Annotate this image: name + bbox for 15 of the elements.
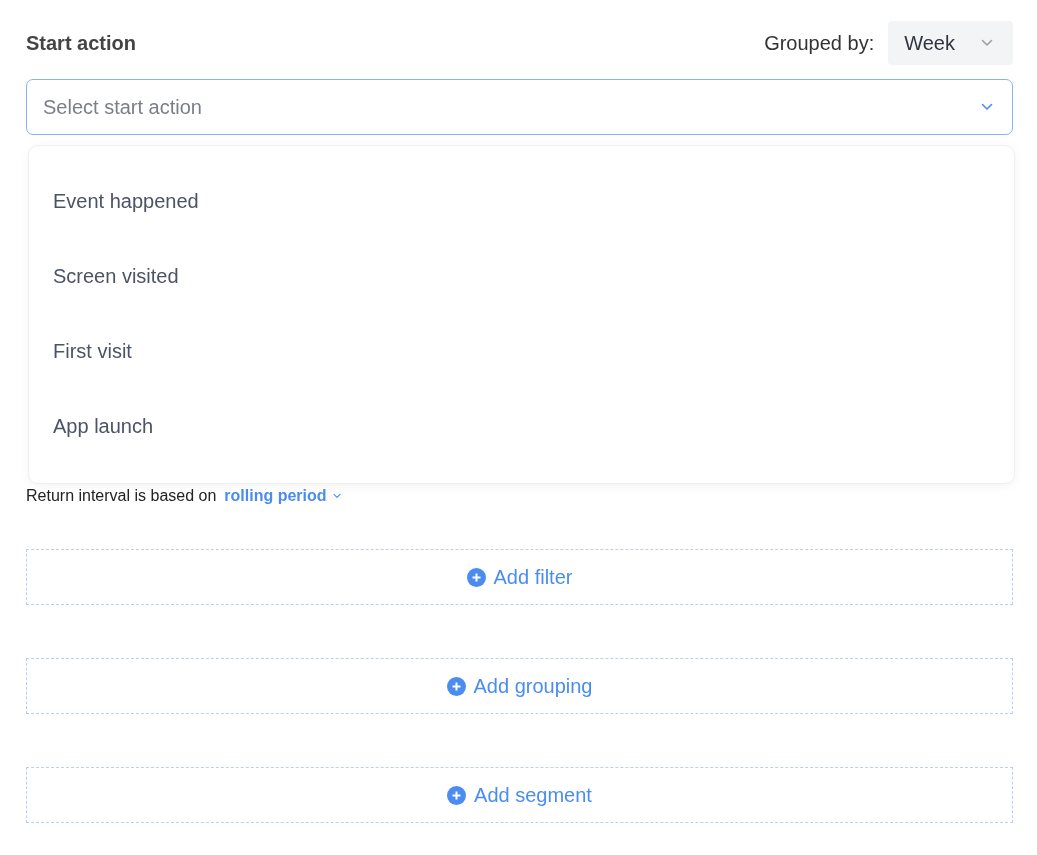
plus-circle-icon (466, 567, 486, 587)
menu-option[interactable]: Event happened (29, 164, 1014, 239)
menu-option[interactable]: Screen visited (29, 239, 1014, 314)
plus-circle-icon (447, 785, 467, 805)
caret-icon (332, 493, 341, 499)
menu-option[interactable]: App launch (29, 389, 1014, 464)
chevron-down-icon (981, 103, 993, 111)
section-title: Start action (26, 31, 137, 55)
grouped-by-label: Grouped by: (764, 31, 875, 55)
week-dropdown[interactable]: Week (888, 21, 1013, 65)
plus-circle-icon (446, 676, 466, 696)
menu-option[interactable]: First visit (29, 314, 1014, 389)
start-action-select[interactable]: Select start action (26, 79, 1013, 135)
return-interval-text: Return interval is based on (26, 487, 217, 505)
chevron-down-icon (981, 39, 993, 47)
